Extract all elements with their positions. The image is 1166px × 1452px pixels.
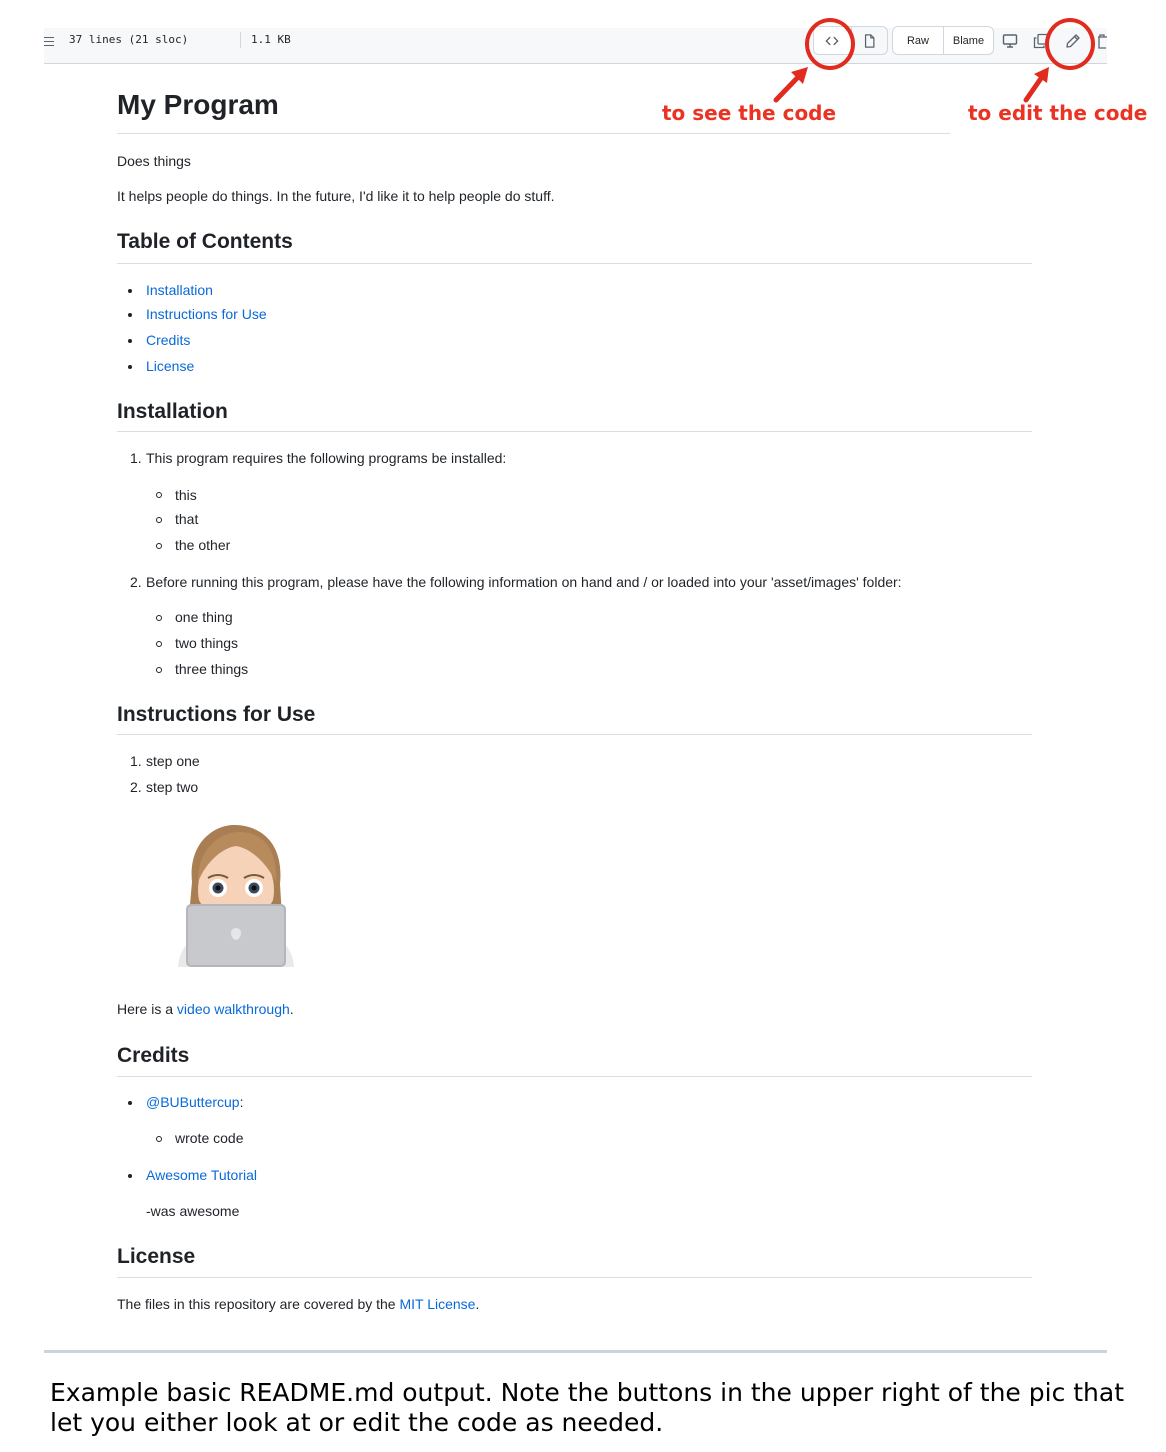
raw-blame-group: Raw Blame: [892, 26, 994, 55]
video-paragraph: Here is a video walkthrough.: [117, 1001, 294, 1017]
trash-icon[interactable]: [1097, 33, 1107, 49]
annotation-edit-code: to edit the code: [968, 101, 1148, 125]
bullet: [128, 1101, 132, 1105]
annotation-arrow-edit: [1023, 67, 1049, 103]
bullet: [128, 313, 132, 317]
sub-bullet: [156, 615, 162, 621]
credit-person-note: wrote code: [175, 1130, 244, 1146]
video-walkthrough-link[interactable]: video walkthrough: [177, 1001, 290, 1017]
credit-person-suffix: :: [239, 1094, 244, 1110]
outline-menu-icon[interactable]: [44, 37, 54, 49]
file-lines-info: 37 lines (21 sloc): [69, 33, 189, 46]
usage-heading: Instructions for Use: [117, 703, 316, 726]
usage-step-2: step two: [146, 779, 199, 795]
sub-bullet: [156, 641, 162, 647]
usage-step-1: step one: [146, 753, 200, 769]
install-req-other: the other: [175, 537, 231, 553]
install-info-three: three things: [175, 661, 249, 677]
readme-title: My Program: [117, 89, 279, 120]
bullet: [128, 1174, 132, 1178]
annotation-circle-edit: [1045, 18, 1095, 70]
sub-bullet: [156, 667, 162, 673]
mit-license-link[interactable]: MIT License: [399, 1296, 475, 1312]
license-heading: License: [117, 1245, 196, 1268]
file-icon: [864, 33, 875, 48]
bullet: [128, 365, 132, 369]
caption: Example basic README.md output. Note the…: [50, 1378, 1125, 1437]
install-info-one: one thing: [175, 609, 233, 625]
credit-person-item: @BUButtercup:: [146, 1094, 243, 1110]
sub-bullet: [156, 543, 162, 549]
list-number: 2.: [130, 779, 142, 795]
toc-link-installation[interactable]: Installation: [146, 282, 213, 298]
sub-bullet: [156, 1136, 162, 1142]
credit-tutorial-note: -was awesome: [146, 1203, 240, 1219]
bullet: [128, 289, 132, 293]
sub-bullet: [156, 517, 162, 523]
toc-link-instructions[interactable]: Instructions for Use: [146, 306, 267, 322]
credits-heading: Credits: [117, 1044, 190, 1067]
tagline: Does things: [117, 153, 191, 169]
license-rule: [117, 1277, 1032, 1278]
list-number: 2.: [130, 574, 142, 590]
installation-heading: Installation: [117, 400, 228, 423]
preview-button[interactable]: [850, 27, 888, 54]
toc-link-credits[interactable]: Credits: [146, 332, 190, 348]
sub-bullet: [156, 492, 162, 498]
separator: [240, 32, 241, 48]
installation-rule: [117, 431, 1032, 432]
caption-divider: [44, 1350, 1107, 1353]
usage-rule: [117, 734, 1032, 735]
credit-person-link[interactable]: @BUButtercup: [146, 1094, 240, 1110]
description: It helps people do things. In the future…: [117, 188, 555, 204]
license-prefix: The files in this repository are covered…: [117, 1296, 400, 1312]
video-suffix: .: [289, 1001, 294, 1017]
toc-link-license[interactable]: License: [146, 358, 194, 374]
list-number: 1.: [130, 450, 142, 466]
install-step-1: This program requires the following prog…: [146, 450, 507, 466]
annotation-arrow-code: [773, 67, 808, 103]
install-info-two: two things: [175, 635, 239, 651]
list-number: 1.: [130, 753, 142, 769]
install-req-this: this: [175, 487, 197, 503]
desktop-icon[interactable]: [1002, 33, 1018, 49]
credits-rule: [117, 1076, 1032, 1077]
video-prefix: Here is a: [117, 1001, 177, 1017]
annotation-circle-code: [805, 18, 855, 70]
license-paragraph: The files in this repository are covered…: [117, 1296, 479, 1312]
memoji-laptop-image: [178, 824, 294, 967]
annotation-see-code: to see the code: [662, 101, 837, 125]
toc-heading: Table of Contents: [117, 230, 293, 253]
bullet: [128, 339, 132, 343]
toc-rule: [117, 263, 1032, 264]
blame-button[interactable]: Blame: [943, 27, 993, 54]
install-req-that: that: [175, 511, 199, 527]
credit-tutorial-link[interactable]: Awesome Tutorial: [146, 1167, 257, 1183]
license-suffix: .: [475, 1296, 480, 1312]
title-rule: [117, 133, 950, 134]
raw-button[interactable]: Raw: [893, 27, 943, 54]
file-size: 1.1 KB: [251, 33, 291, 46]
install-step-2: Before running this program, please have…: [146, 574, 902, 590]
